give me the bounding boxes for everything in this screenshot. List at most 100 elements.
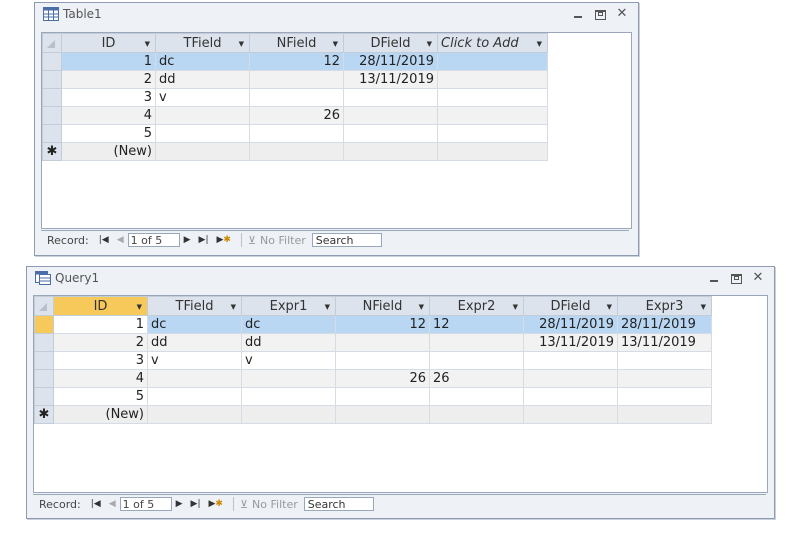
column-header-expr3[interactable]: Expr3 ▼: [617, 296, 712, 316]
dropdown-arrow-icon[interactable]: ▼: [333, 40, 338, 48]
cell-expr1[interactable]: dd: [241, 333, 336, 352]
cell-tfield[interactable]: dd: [155, 70, 250, 89]
cell-expr1[interactable]: [241, 387, 336, 406]
cell-dfield[interactable]: [343, 124, 438, 143]
table-row[interactable]: 4 26 26: [34, 369, 712, 388]
current-record-field[interactable]: 1 of 5: [119, 497, 172, 511]
record-selector[interactable]: [34, 333, 54, 352]
cell-expr3[interactable]: 28/11/2019: [617, 315, 712, 334]
cell-add[interactable]: [437, 124, 548, 143]
no-filter-button[interactable]: ⊻ No Filter: [248, 234, 306, 247]
column-header-id[interactable]: ID ▼: [61, 33, 156, 53]
table1-datasheet[interactable]: ID ▼ TField ▼ NField ▼ DField ▼ Click to Add…: [41, 32, 632, 229]
last-record-icon[interactable]: ▶|: [191, 499, 201, 509]
table1-titlebar[interactable]: Table1 ✕: [35, 3, 638, 25]
close-icon[interactable]: ✕: [614, 7, 630, 21]
table-row[interactable]: 1 dc 12 28/11/2019: [42, 52, 548, 71]
cell-nfield[interactable]: 26: [249, 106, 344, 125]
new-record-label[interactable]: (New): [53, 405, 148, 424]
cell-expr3[interactable]: [617, 405, 712, 424]
cell-nfield[interactable]: [249, 88, 344, 107]
cell-expr1[interactable]: v: [241, 351, 336, 370]
cell-dfield[interactable]: 28/11/2019: [343, 52, 438, 71]
new-record-row[interactable]: ✱ (New): [34, 405, 712, 424]
table-row[interactable]: 3 v v: [34, 351, 712, 370]
cell-add[interactable]: [437, 142, 548, 161]
record-selector[interactable]: [34, 369, 54, 388]
column-header-nfield[interactable]: NField ▼: [249, 33, 344, 53]
table-row[interactable]: 3 v: [42, 88, 548, 107]
cell-nfield[interactable]: 26: [335, 369, 430, 388]
cell-expr3[interactable]: 13/11/2019: [617, 333, 712, 352]
cell-expr2[interactable]: [429, 405, 524, 424]
cell-nfield[interactable]: [249, 142, 344, 161]
first-record-icon[interactable]: |◀: [99, 235, 109, 245]
cell-expr1[interactable]: dc: [241, 315, 336, 334]
dropdown-arrow-icon[interactable]: ▼: [239, 40, 244, 48]
cell-tfield[interactable]: v: [147, 351, 242, 370]
cell-expr1[interactable]: [241, 369, 336, 388]
cell-tfield[interactable]: dc: [155, 52, 250, 71]
dropdown-arrow-icon[interactable]: ▼: [145, 40, 150, 48]
cell-tfield[interactable]: dd: [147, 333, 242, 352]
column-header-expr1[interactable]: Expr1 ▼: [241, 296, 336, 316]
current-record-field[interactable]: 1 of 5: [127, 233, 180, 247]
column-header-nfield[interactable]: NField ▼: [335, 296, 430, 316]
cell-dfield[interactable]: [523, 369, 618, 388]
table-row[interactable]: 4 26: [42, 106, 548, 125]
restore-icon[interactable]: [728, 271, 744, 285]
cell-nfield[interactable]: 12: [335, 315, 430, 334]
column-header-tfield[interactable]: TField ▼: [147, 296, 242, 316]
table-row[interactable]: 5: [42, 124, 548, 143]
cell-add[interactable]: [437, 70, 548, 89]
cell-tfield[interactable]: [147, 387, 242, 406]
cell-tfield[interactable]: [147, 369, 242, 388]
search-input[interactable]: Search: [303, 497, 374, 511]
cell-expr3[interactable]: [617, 387, 712, 406]
next-record-icon[interactable]: ▶: [184, 235, 191, 245]
cell-nfield[interactable]: [335, 351, 430, 370]
first-record-icon[interactable]: |◀: [91, 499, 101, 509]
cell-tfield[interactable]: dc: [147, 315, 242, 334]
table-row[interactable]: 5: [34, 387, 712, 406]
cell-id[interactable]: 4: [53, 369, 148, 388]
cell-tfield[interactable]: [155, 106, 250, 125]
cell-dfield[interactable]: [523, 351, 618, 370]
new-record-icon[interactable]: ✱: [34, 405, 54, 424]
cell-nfield[interactable]: [335, 333, 430, 352]
cell-tfield[interactable]: [147, 405, 242, 424]
dropdown-arrow-icon[interactable]: ▼: [419, 303, 424, 311]
column-header-dfield[interactable]: DField ▼: [343, 33, 438, 53]
cell-id[interactable]: 4: [61, 106, 156, 125]
cell-id[interactable]: 1: [61, 52, 156, 71]
cell-dfield[interactable]: [343, 106, 438, 125]
dropdown-arrow-icon[interactable]: ▼: [701, 303, 706, 311]
cell-tfield[interactable]: [155, 142, 250, 161]
cell-expr2[interactable]: [429, 333, 524, 352]
cell-nfield[interactable]: [335, 387, 430, 406]
dropdown-arrow-icon[interactable]: ▼: [607, 303, 612, 311]
cell-id[interactable]: 3: [53, 351, 148, 370]
new-record-nav-icon[interactable]: ▶✱: [209, 499, 223, 509]
cell-add[interactable]: [437, 106, 548, 125]
dropdown-arrow-icon[interactable]: ▼: [537, 40, 542, 48]
select-all-corner[interactable]: [34, 296, 54, 316]
cell-dfield[interactable]: [523, 387, 618, 406]
record-selector[interactable]: [34, 387, 54, 406]
cell-expr2[interactable]: [429, 387, 524, 406]
table-row[interactable]: 2 dd dd 13/11/2019 13/11/2019: [34, 333, 712, 352]
minimize-icon[interactable]: [706, 271, 722, 285]
column-header-click-to-add[interactable]: Click to Add ▼: [437, 33, 548, 53]
new-record-nav-icon[interactable]: ▶✱: [217, 235, 231, 245]
dropdown-arrow-icon[interactable]: ▼: [325, 303, 330, 311]
dropdown-arrow-icon[interactable]: ▼: [231, 303, 236, 311]
last-record-icon[interactable]: ▶|: [199, 235, 209, 245]
record-selector[interactable]: [34, 315, 54, 334]
minimize-icon[interactable]: [570, 7, 586, 21]
column-header-id[interactable]: ID ▼: [53, 296, 148, 316]
cell-nfield[interactable]: [249, 124, 344, 143]
search-input[interactable]: Search: [311, 233, 382, 247]
dropdown-arrow-icon[interactable]: ▼: [513, 303, 518, 311]
query1-datasheet[interactable]: ID ▼ TField ▼ Expr1 ▼ NField ▼ Expr2 ▼ DField…: [33, 295, 768, 493]
cell-id[interactable]: 2: [53, 333, 148, 352]
